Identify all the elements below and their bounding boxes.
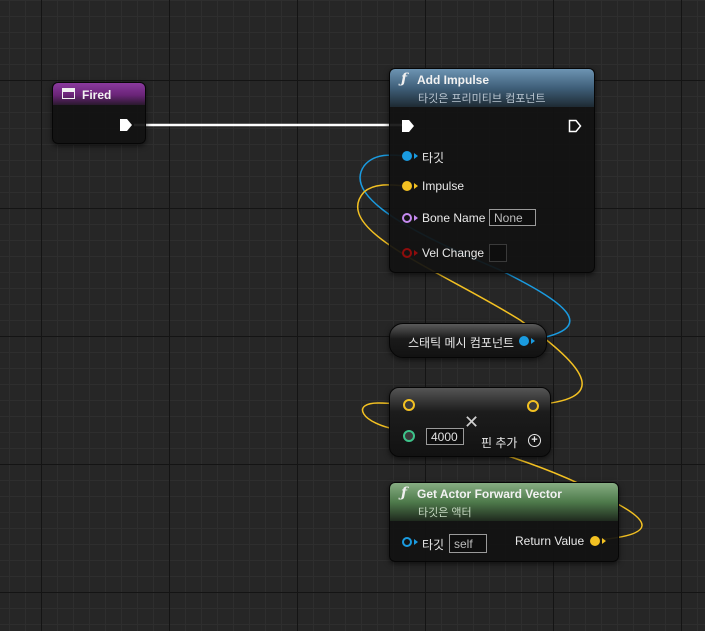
multiply-output-pin[interactable]	[527, 400, 539, 412]
multiply-icon: ✕	[464, 412, 480, 433]
target-label: 타깃	[422, 151, 445, 165]
get-actor-forward-vector-node[interactable]: ƒ Get Actor Forward Vector 타깃은 액터 타깃 sel…	[389, 482, 619, 562]
vel-change-checkbox[interactable]	[489, 244, 507, 262]
vel-change-pin[interactable]	[402, 248, 412, 258]
impulse-pin[interactable]	[402, 181, 412, 191]
add-impulse-title: Add Impulse	[417, 73, 490, 87]
target-pin[interactable]	[402, 151, 412, 161]
add-impulse-subtitle: 타깃은 프리미티브 컴포넌트	[418, 93, 546, 105]
event-icon	[62, 88, 75, 99]
return-value-pin[interactable]	[590, 536, 600, 546]
fired-event-node[interactable]: Fired	[52, 82, 146, 144]
multiply-input-a-pin[interactable]	[403, 399, 415, 411]
impulse-label: Impulse	[422, 179, 465, 193]
function-icon: ƒ	[401, 485, 408, 501]
forward-vector-header: ƒ Get Actor Forward Vector 타깃은 액터	[390, 483, 618, 521]
forward-target-label: 타깃	[422, 538, 445, 552]
add-pin-label[interactable]: 핀 추가	[481, 434, 517, 451]
add-impulse-node[interactable]: ƒ Add Impulse 타깃은 프리미티브 컴포넌트 타깃 Impulse …	[389, 68, 595, 273]
fired-node-header: Fired	[53, 83, 145, 105]
target-pin-arrow	[414, 153, 422, 159]
static-mesh-output-pin[interactable]	[519, 336, 529, 346]
forward-target-arrow	[414, 539, 422, 545]
forward-target-pin[interactable]	[402, 537, 412, 547]
add-impulse-header: ƒ Add Impulse 타깃은 프리미티브 컴포넌트	[390, 69, 594, 107]
exec-in-pin[interactable]	[401, 119, 415, 133]
multiply-value-field[interactable]: 4000	[426, 428, 464, 445]
multiply-node[interactable]: ✕ 4000 핀 추가 +	[389, 387, 551, 457]
static-mesh-component-node[interactable]: 스태틱 메시 컴포넌트	[389, 323, 547, 358]
bone-name-pin[interactable]	[402, 213, 412, 223]
forward-vector-subtitle: 타깃은 액터	[418, 507, 472, 519]
fired-exec-out-pin[interactable]	[119, 118, 133, 132]
return-value-label: Return Value	[515, 534, 585, 548]
return-value-arrow	[602, 538, 610, 544]
forward-vector-title: Get Actor Forward Vector	[417, 487, 562, 501]
forward-target-field[interactable]: self	[449, 534, 487, 553]
vel-change-label: Vel Change	[422, 246, 485, 260]
bone-name-pin-arrow	[414, 215, 422, 221]
fired-node-title: Fired	[82, 88, 112, 102]
vel-change-pin-arrow	[414, 250, 422, 256]
function-icon: ƒ	[401, 71, 408, 87]
bone-name-field[interactable]: None	[489, 209, 536, 226]
add-pin-icon[interactable]: +	[528, 434, 541, 447]
static-mesh-output-arrow	[531, 338, 539, 344]
multiply-input-b-pin[interactable]	[403, 430, 415, 442]
bone-name-label: Bone Name	[422, 211, 486, 225]
static-mesh-label: 스태틱 메시 컴포넌트	[408, 336, 515, 350]
impulse-pin-arrow	[414, 183, 422, 189]
exec-out-pin[interactable]	[568, 119, 582, 133]
